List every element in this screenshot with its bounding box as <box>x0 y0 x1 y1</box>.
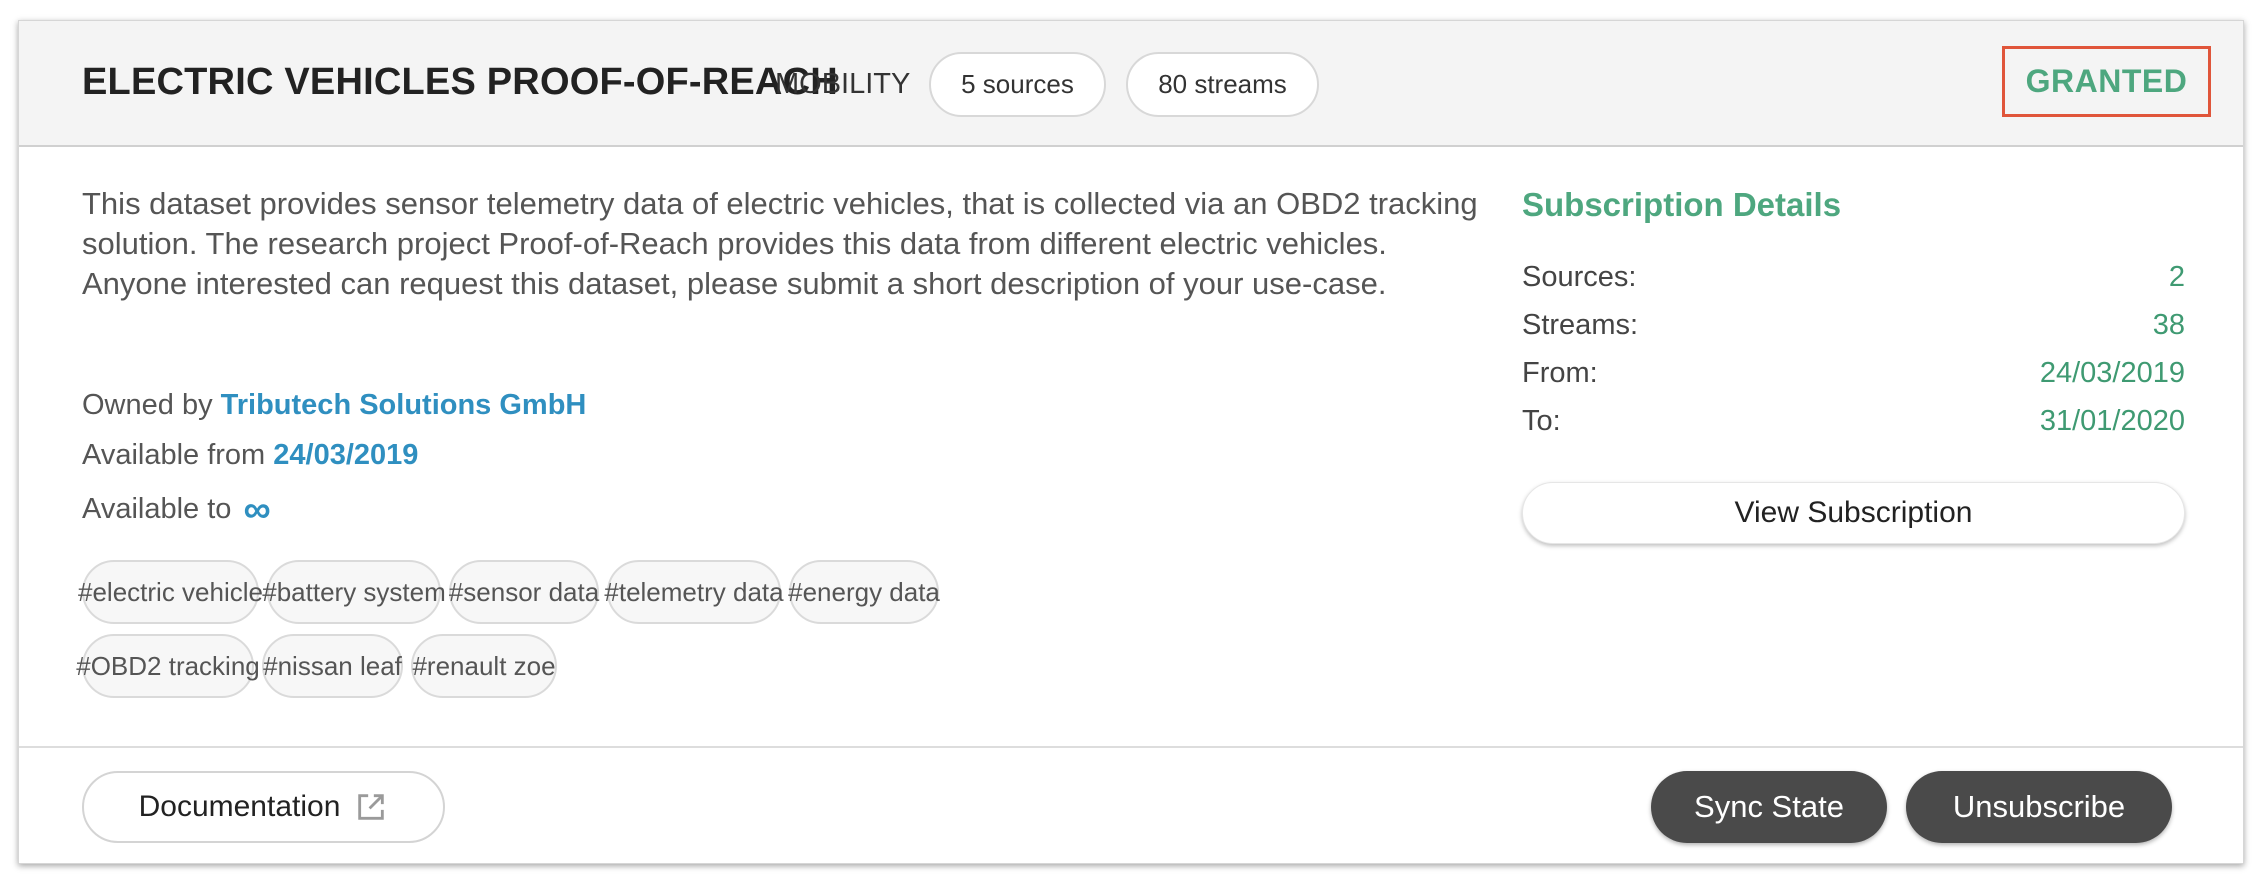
streams-count-badge: 80 streams <box>1126 52 1319 117</box>
dataset-description: This dataset provides sensor telemetry d… <box>82 186 1478 301</box>
subscription-value: 38 <box>2152 309 2185 341</box>
subscription-label: To: <box>1522 405 1561 437</box>
tag-chip[interactable]: #telemetry data <box>604 560 784 624</box>
available-to-label: Available to <box>82 493 232 525</box>
subscription-label: Streams: <box>1522 309 1639 341</box>
sync-state-button[interactable]: Sync State <box>1651 771 1887 843</box>
subscription-row-to: To: 31/01/2020 <box>1522 405 2185 445</box>
dataset-title: ELECTRIC VEHICLES PROOF-OF-REACH <box>82 61 838 103</box>
tag-chip[interactable]: #OBD2 tracking <box>76 634 260 698</box>
sources-count-badge: 5 sources <box>929 52 1106 117</box>
subscription-label: From: <box>1522 357 1598 389</box>
status-badge: GRANTED <box>2002 46 2211 117</box>
tag-chip[interactable]: #battery system <box>262 560 446 624</box>
owner-link[interactable]: Tributech Solutions GmbH <box>221 389 587 421</box>
tag-chip[interactable]: #renault zoe <box>411 634 557 698</box>
tag-chip[interactable]: #sensor data <box>449 560 599 624</box>
unsubscribe-button[interactable]: Unsubscribe <box>1906 771 2172 843</box>
available-to-line: Available to ∞ <box>82 489 271 532</box>
subscription-value: 24/03/2019 <box>2039 357 2185 389</box>
footer-divider <box>19 746 2243 748</box>
card-header: ELECTRIC VEHICLES PROOF-OF-REACH MOBILIT… <box>19 21 2243 147</box>
external-link-icon <box>358 794 385 820</box>
subscription-details-title: Subscription Details <box>1522 186 1842 223</box>
subscription-label: Sources: <box>1522 261 1637 293</box>
subscription-row-sources: Sources: 2 <box>1522 261 2185 301</box>
subscription-value: 31/01/2020 <box>2039 405 2185 437</box>
owner-line: Owned by Tributech Solutions GmbH <box>82 389 586 422</box>
tag-chip[interactable]: #electric vehicle <box>78 560 263 624</box>
subscription-row-from: From: 24/03/2019 <box>1522 357 2185 397</box>
view-subscription-button[interactable]: View Subscription <box>1522 482 2185 544</box>
documentation-label: Documentation <box>138 790 341 823</box>
dataset-category: MOBILITY <box>775 68 911 100</box>
documentation-button[interactable]: Documentation <box>82 771 445 843</box>
infinity-icon: ∞ <box>243 489 271 531</box>
owned-by-label: Owned by <box>82 389 213 421</box>
available-from-line: Available from 24/03/2019 <box>82 439 418 472</box>
tag-chip[interactable]: #energy data <box>788 560 940 624</box>
available-from-label: Available from <box>82 439 266 471</box>
subscription-row-streams: Streams: 38 <box>1522 309 2185 349</box>
subscription-value: 2 <box>2168 261 2185 293</box>
dataset-card: ELECTRIC VEHICLES PROOF-OF-REACH MOBILIT… <box>18 20 2244 864</box>
available-from-date: 24/03/2019 <box>273 439 419 471</box>
tag-chip[interactable]: #nissan leaf <box>262 634 403 698</box>
